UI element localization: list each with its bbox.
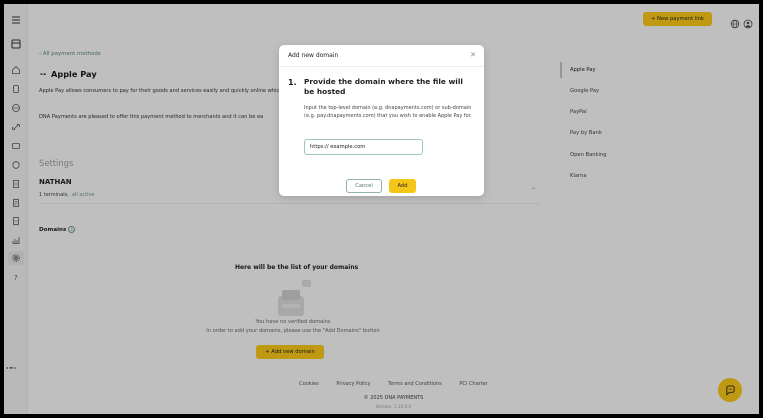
modal-title: Add new domain xyxy=(288,52,339,59)
step-title: Provide the domain where the file will b… xyxy=(304,77,463,96)
modal-header: Add new domain ✕ xyxy=(279,45,484,67)
app-window: ? ◂ ▬ ▸ + New payment link ‹ All payment… xyxy=(4,4,759,414)
add-button[interactable]: Add xyxy=(389,179,416,193)
step-description: Input the top-level domain (e.g. dnapaym… xyxy=(304,105,472,119)
domain-input[interactable] xyxy=(304,139,423,155)
step-number: 1. xyxy=(288,78,297,87)
cancel-button[interactable]: Cancel xyxy=(346,179,382,193)
add-domain-modal: Add new domain ✕ 1. Provide the domain w… xyxy=(279,45,484,196)
close-icon[interactable]: ✕ xyxy=(470,52,476,59)
